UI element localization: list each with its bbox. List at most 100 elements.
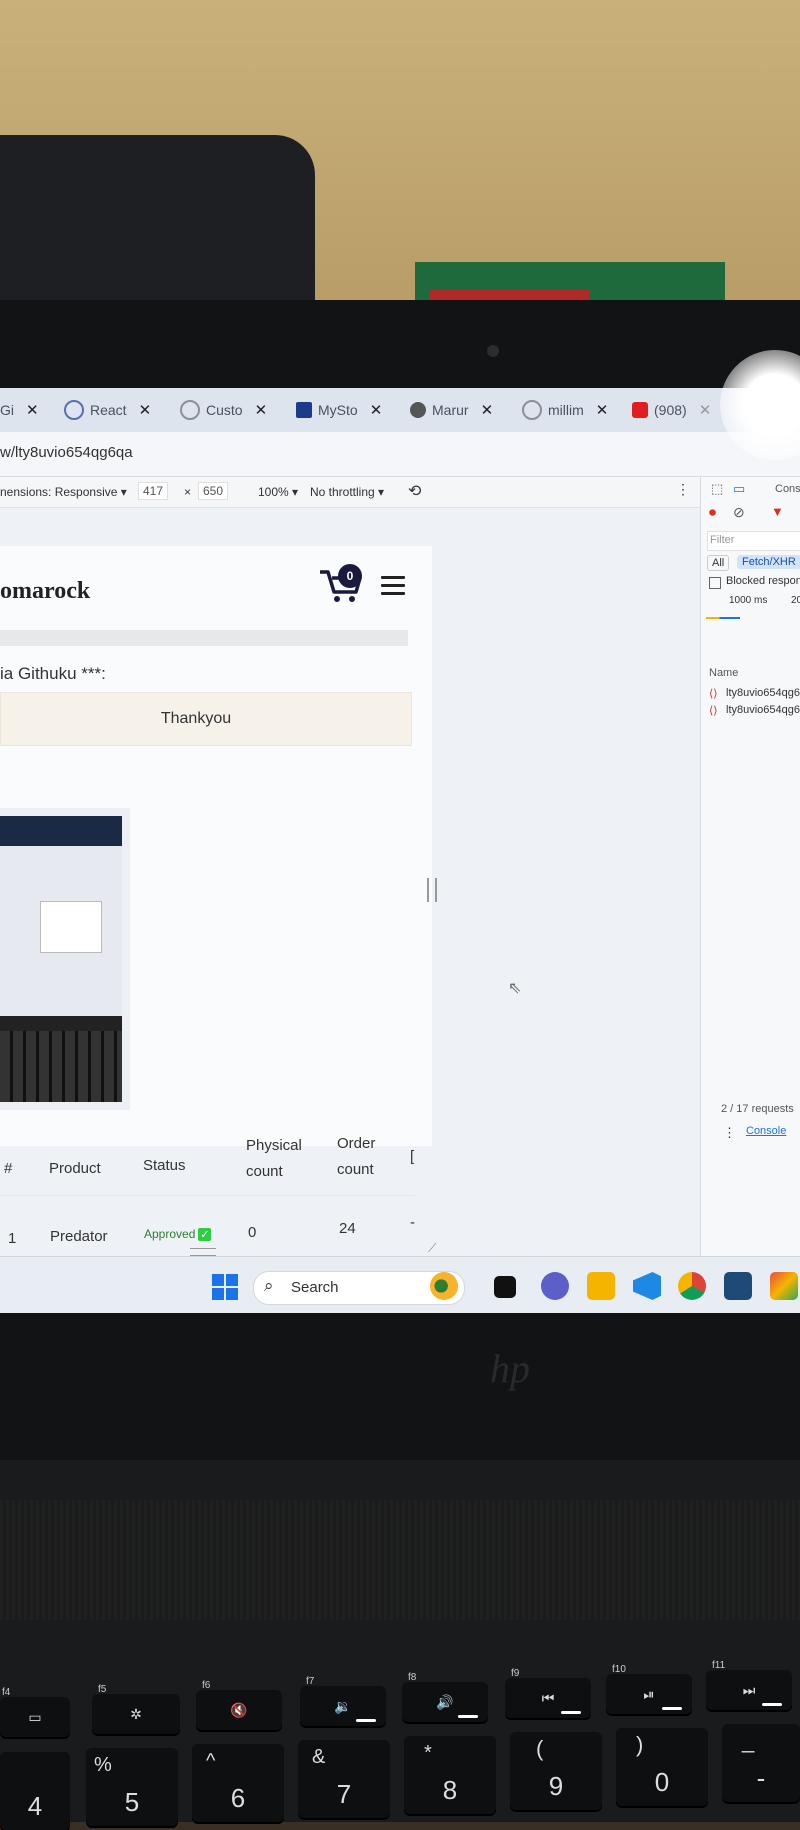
browser-tab[interactable]: Marur ✕ xyxy=(410,398,493,422)
browser-tab[interactable]: React ✕ xyxy=(64,398,151,422)
console-tab[interactable]: Console xyxy=(746,1125,786,1137)
timeline-tick: 20 xyxy=(791,595,800,606)
tab-favicon-icon xyxy=(296,402,312,418)
throttling-dropdown[interactable]: No throttling ▾ xyxy=(310,485,384,499)
key-led xyxy=(458,1715,478,1718)
clear-icon[interactable]: ⊘ xyxy=(733,504,745,521)
timeline-tick: 1000 ms xyxy=(729,595,768,606)
request-summary: 2 / 17 requests xyxy=(721,1103,794,1115)
background-monitor xyxy=(0,135,315,310)
close-icon[interactable]: ✕ xyxy=(699,401,712,419)
keyboard-key-minus[interactable]: _ - xyxy=(722,1724,800,1802)
request-error-icon: ⟨⟩ xyxy=(709,705,718,717)
viewport-height-input[interactable]: 650 xyxy=(198,482,229,500)
browser-tab[interactable]: Custo ✕ xyxy=(180,398,267,422)
photo-document xyxy=(40,901,102,953)
file-explorer-icon[interactable] xyxy=(587,1272,615,1300)
keyboard-key-f5[interactable]: f5 ✲ xyxy=(92,1684,180,1734)
laptop-screen: Gi ✕ React ✕ Custo ✕ MySto ✕ Marur ✕ millim ✕ … xyxy=(0,388,800,1313)
mouse-cursor-icon: ⇖ xyxy=(508,980,522,997)
close-icon[interactable]: ✕ xyxy=(481,401,494,419)
browser-tab[interactable]: MySto ✕ xyxy=(296,398,382,422)
name-column-header: Name xyxy=(709,667,739,679)
greeting-text: ia Githuku ***: xyxy=(0,664,106,683)
close-icon[interactable]: ✕ xyxy=(255,401,268,419)
request-error-icon: ⟨⟩ xyxy=(709,688,718,700)
filter-icon[interactable]: ▼ xyxy=(771,504,784,519)
keyboard-key-5[interactable]: % 5 xyxy=(86,1748,178,1826)
close-icon[interactable]: ✕ xyxy=(139,401,152,419)
close-icon[interactable]: ✕ xyxy=(26,401,39,419)
close-icon[interactable]: ✕ xyxy=(370,401,383,419)
widgets-icon[interactable] xyxy=(430,1272,458,1300)
type-filter-all[interactable]: All xyxy=(707,555,730,571)
browser-tab[interactable]: Gi ✕ xyxy=(0,398,39,422)
keyboard-key-f4[interactable]: f4 ▭ xyxy=(0,1687,70,1737)
times-sign: × xyxy=(184,485,192,499)
hamburger-menu-icon[interactable] xyxy=(381,576,405,596)
keyboard-key-f9[interactable]: f9 ⏮ xyxy=(505,1668,591,1718)
devtools-tab[interactable]: Cons xyxy=(775,483,800,495)
keyboard-key-7[interactable]: & 7 xyxy=(298,1740,390,1818)
request-row[interactable]: lty8uvio654qg6 xyxy=(726,704,800,716)
key-led xyxy=(662,1707,682,1710)
drawer-menu-icon[interactable]: ⋮ xyxy=(723,1125,736,1141)
photo-screen-top xyxy=(0,816,122,846)
table-header: Physical count xyxy=(246,1137,302,1180)
keyboard-key-6[interactable]: ^ 6 xyxy=(192,1744,284,1822)
check-icon: ✓ xyxy=(198,1227,212,1241)
more-menu-icon[interactable]: ⋮ xyxy=(676,481,690,498)
tab-favicon-icon xyxy=(64,400,84,420)
keyboard-key-f6[interactable]: f6 🔇 xyxy=(196,1680,282,1730)
table-header: Status xyxy=(143,1157,186,1174)
browser-tab[interactable]: (908) ✕ xyxy=(632,398,711,422)
zoom-dropdown[interactable]: 100% ▾ xyxy=(258,485,298,499)
browser-tab[interactable]: millim ✕ xyxy=(522,398,608,422)
search-icon: ⌕ xyxy=(264,1276,274,1295)
table-header: Product xyxy=(49,1160,101,1177)
device-toggle-icon[interactable]: ▭ xyxy=(733,481,745,497)
keyboard-key-0[interactable]: ) 0 xyxy=(616,1728,708,1806)
keyboard-key-f11[interactable]: f11 ⏭ xyxy=(706,1660,792,1710)
corner-resize-icon[interactable]: ⟋ xyxy=(428,1241,436,1256)
teams-icon[interactable] xyxy=(541,1272,569,1300)
tab-favicon-icon xyxy=(522,400,542,420)
git-icon[interactable] xyxy=(770,1272,798,1300)
viewport-splitter-icon[interactable] xyxy=(427,878,437,902)
key-led xyxy=(356,1719,376,1722)
keyboard-key-f7[interactable]: f7 🔉 xyxy=(300,1676,386,1726)
task-view-icon[interactable] xyxy=(494,1276,516,1298)
inspect-icon[interactable]: ⬚ xyxy=(711,481,723,497)
keyboard-key-f10[interactable]: f10 ⏯ xyxy=(606,1664,692,1714)
hp-logo: hp xyxy=(490,1346,530,1391)
resize-handle-icon[interactable] xyxy=(190,1248,216,1256)
globe-icon xyxy=(410,402,426,418)
speaker-grille xyxy=(0,1500,800,1620)
blocked-checkbox[interactable] xyxy=(709,577,721,589)
keyboard-key-4[interactable]: 4 xyxy=(0,1752,70,1830)
table-divider xyxy=(0,1195,415,1196)
viewport-width-input[interactable]: 417 xyxy=(138,482,169,500)
record-icon[interactable]: ⏺ xyxy=(709,504,716,521)
request-row[interactable]: lty8uvio654qg6 xyxy=(726,687,800,699)
table-header: Order count xyxy=(337,1135,376,1178)
keyboard-key-8[interactable]: * 8 xyxy=(404,1736,496,1814)
rotate-icon[interactable]: ⟲ xyxy=(408,481,421,501)
thanks-text: Thankyou xyxy=(160,710,232,727)
keyboard-key-9[interactable]: (9 xyxy=(510,1732,602,1810)
site-brand[interactable]: omarock xyxy=(0,578,90,605)
table-cell-extra: - xyxy=(410,1214,415,1231)
windows-start-icon[interactable] xyxy=(212,1274,238,1300)
url-text[interactable]: w/lty8uvio654qg6qa xyxy=(0,444,133,461)
type-filter-fetch[interactable]: Fetch/XHR xyxy=(737,555,800,569)
uploaded-photo[interactable] xyxy=(0,808,130,1110)
terminal-icon[interactable] xyxy=(724,1272,752,1300)
close-icon[interactable]: ✕ xyxy=(596,401,609,419)
device-toolbar: nensions: Responsive ▾ 417 × 650 100% ▾ … xyxy=(0,477,700,508)
filter-placeholder: Filter xyxy=(710,534,735,546)
taskbar-search-label: Search xyxy=(291,1279,339,1296)
keyboard-key-f8[interactable]: f8 🔊 xyxy=(402,1672,488,1722)
chrome-icon[interactable] xyxy=(678,1272,706,1300)
table-cell-status: Approved ✓ xyxy=(144,1227,212,1241)
dimensions-dropdown[interactable]: nensions: Responsive ▾ xyxy=(0,485,127,499)
